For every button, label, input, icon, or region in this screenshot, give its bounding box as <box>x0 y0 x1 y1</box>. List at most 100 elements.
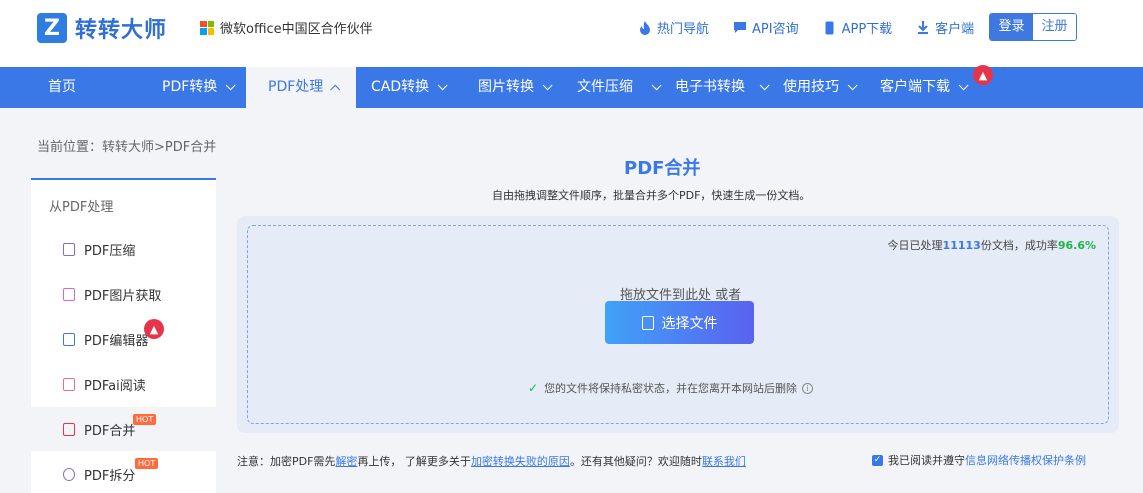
ai-read-icon <box>63 377 75 391</box>
nav-item-pdf-process[interactable]: PDF处理 <box>246 67 356 108</box>
site-header: Z 转转大师 微软office中国区合作伙伴 热门导航 API咨询 APP下载 … <box>0 0 1143 67</box>
nav-label: PDF转换 <box>162 79 218 95</box>
top-link-label: 客户端 <box>935 22 975 37</box>
breadcrumb: 当前位置：转转大师>PDF合并 <box>37 140 217 155</box>
page-subtitle: 自由拖拽调整文件顺序，批量合并多个PDF，快速生成一份文档。 <box>492 189 811 202</box>
top-link-label: API咨询 <box>752 22 799 37</box>
nav-item-tips[interactable]: 使用技巧 <box>780 67 875 108</box>
nav-label: 使用技巧 <box>783 79 839 95</box>
top-link-api[interactable]: API咨询 <box>733 18 799 37</box>
nav-label: 首页 <box>48 79 76 95</box>
sidebar-item-label: PDF压缩 <box>84 243 136 259</box>
chevron-down-icon <box>437 80 448 91</box>
stat-mid: 份文档，成功率 <box>980 239 1058 252</box>
logo-mark: Z <box>37 13 67 43</box>
agree-checkbox[interactable]: ✓ <box>872 454 883 466</box>
logo-text: 转转大师 <box>75 18 168 43</box>
nav-label: CAD转换 <box>371 79 430 95</box>
failure-reason-link[interactable]: 加密转换失败的原因 <box>471 455 570 468</box>
sidebar-item-ai-read[interactable]: PDFai阅读 <box>31 362 216 406</box>
download-icon <box>916 21 930 35</box>
compress-icon <box>63 242 75 256</box>
fire-icon: ▲ <box>973 65 993 85</box>
contact-link[interactable]: 联系我们 <box>702 455 746 468</box>
hot-badge: HOT <box>133 414 157 425</box>
processing-stats: 今日已处理11113份文档，成功率96.6% <box>888 237 1096 253</box>
sidebar-item-label: PDFai阅读 <box>84 378 146 394</box>
partner-badge: 微软office中国区合作伙伴 <box>200 18 373 37</box>
image-extract-icon <box>63 287 75 301</box>
nav-label: 客户端下载 <box>880 79 950 95</box>
sidebar-heading: 从PDF处理 <box>49 200 114 215</box>
site-logo[interactable]: Z 转转大师 <box>37 12 167 44</box>
sidebar-item-label: PDF合并 <box>84 423 136 439</box>
split-icon <box>63 467 75 481</box>
nav-item-image[interactable]: 图片转换 <box>462 67 562 108</box>
footer-note: 注意：加密PDF需先解密再上传， 了解更多关于加密转换失败的原因。还有其他疑问？… <box>237 453 746 469</box>
nav-item-cad[interactable]: CAD转换 <box>356 67 462 108</box>
upload-panel: 今日已处理11113份文档，成功率96.6% 拖放文件到此处 或者 选择文件 ✓… <box>237 216 1119 433</box>
top-link-client[interactable]: 客户端 <box>916 18 974 37</box>
privacy-note: ✓ 您的文件将保持私密状态，并在您离开本网站后删除 i <box>528 380 814 396</box>
stat-rate: 96.6% <box>1057 239 1096 252</box>
chevron-down-icon <box>958 80 969 91</box>
sidebar-item-label: PDF拆分 <box>84 468 136 484</box>
nav-item-client-download[interactable]: 客户端下载 ▲ <box>875 65 993 108</box>
file-icon <box>641 315 654 330</box>
sidebar-item-label: PDF编辑器 <box>84 333 149 349</box>
sidebar: 从PDF处理 PDF压缩 PDF图片获取 PDF编辑器 ▲ PDFai阅读 PD… <box>31 178 216 493</box>
phone-icon <box>823 21 837 35</box>
regulation-link[interactable]: 信息网络传播权保护条例 <box>965 452 1086 468</box>
register-button[interactable]: 注册 <box>1033 14 1076 40</box>
sidebar-item-image-extract[interactable]: PDF图片获取 <box>31 272 216 316</box>
drop-zone[interactable]: 今日已处理11113份文档，成功率96.6% 拖放文件到此处 或者 选择文件 ✓… <box>247 225 1109 424</box>
sidebar-item-compress[interactable]: PDF压缩 <box>31 227 216 271</box>
sidebar-item-split[interactable]: PDF拆分 HOT <box>31 452 216 493</box>
top-link-hot-nav[interactable]: 热门导航 <box>638 18 709 37</box>
top-links: 热门导航 API咨询 APP下载 客户端 <box>638 18 998 37</box>
nav-label: 文件压缩 <box>577 79 633 95</box>
nav-item-compress[interactable]: 文件压缩 <box>562 67 662 108</box>
nav-label: PDF处理 <box>268 79 324 95</box>
top-link-app[interactable]: APP下载 <box>823 18 893 37</box>
decrypt-link[interactable]: 解密 <box>335 455 357 468</box>
auth-buttons: 登录 注册 <box>989 13 1077 41</box>
flame-icon <box>638 20 652 35</box>
nav-label: 图片转换 <box>478 79 534 95</box>
choose-file-label: 选择文件 <box>661 315 718 332</box>
chevron-down-icon <box>651 80 662 91</box>
fire-icon: ▲ <box>144 319 164 339</box>
microsoft-logo-icon <box>200 20 214 35</box>
monitor-icon <box>63 332 75 346</box>
nav-label: 电子书转换 <box>675 79 745 95</box>
agree-text: 我已阅读并遵守 <box>888 454 965 467</box>
chevron-down-icon <box>847 80 858 91</box>
sidebar-item-editor[interactable]: PDF编辑器 ▲ <box>31 317 216 361</box>
chevron-down-icon <box>542 80 553 91</box>
note-text: 。还有其他疑问？欢迎随时 <box>569 455 702 468</box>
nav-item-pdf-convert[interactable]: PDF转换 <box>130 67 246 108</box>
agreement: ✓ 我已阅读并遵守 信息网络传播权保护条例 <box>872 452 1086 468</box>
choose-file-button[interactable]: 选择文件 <box>605 301 754 344</box>
stat-count: 11113 <box>942 239 981 252</box>
chevron-up-icon <box>330 84 341 95</box>
sidebar-item-label: PDF图片获取 <box>84 288 162 304</box>
stat-prefix: 今日已处理 <box>887 239 943 252</box>
privacy-text: 您的文件将保持私密状态，并在您离开本网站后删除 <box>544 382 798 395</box>
shield-icon: ✓ <box>528 381 539 395</box>
chat-icon <box>733 21 747 35</box>
info-icon[interactable]: i <box>802 382 814 394</box>
main-nav: 首页 PDF转换 PDF处理 CAD转换 图片转换 文件压缩 电子书转换 使用技… <box>0 65 1143 108</box>
chevron-down-icon <box>225 80 236 91</box>
hot-badge: HOT <box>135 458 159 469</box>
note-text: 再上传， 了解更多关于 <box>357 455 471 468</box>
nav-item-home[interactable]: 首页 <box>0 67 130 108</box>
top-link-label: APP下载 <box>841 22 893 37</box>
sidebar-item-merge[interactable]: PDF合并 HOT <box>31 407 216 451</box>
page-title: PDF合并 <box>624 158 701 179</box>
login-button[interactable]: 登录 <box>990 14 1033 40</box>
nav-item-ebook[interactable]: 电子书转换 <box>662 67 780 108</box>
top-link-label: 热门导航 <box>657 22 710 37</box>
partner-text: 微软office中国区合作伙伴 <box>220 22 373 37</box>
note-text: 注意：加密PDF需先 <box>237 455 336 468</box>
